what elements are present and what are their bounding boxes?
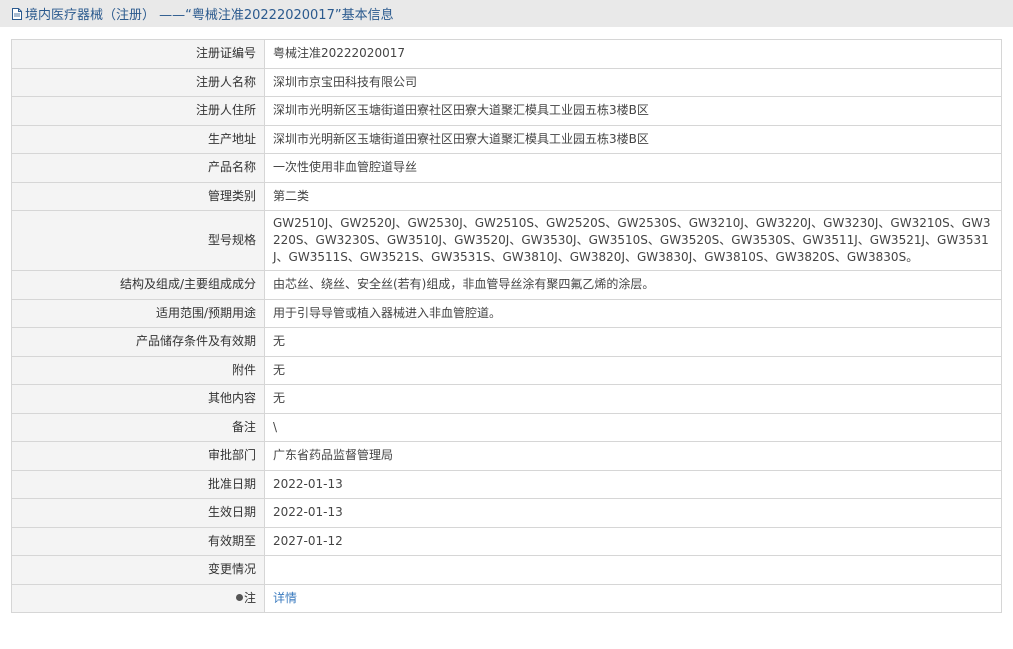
table-row: 产品储存条件及有效期 无 xyxy=(11,327,1002,357)
document-icon xyxy=(12,7,22,20)
row-value: 由芯丝、绕丝、安全丝(若有)组成，非血管导丝涂有聚四氟乙烯的涂层。 xyxy=(264,270,1002,300)
row-value: 深圳市京宝田科技有限公司 xyxy=(264,67,1002,97)
pin-icon xyxy=(235,593,243,601)
row-label: 注册证编号 xyxy=(11,39,265,69)
table-row: 型号规格 GW2510J、GW2520J、GW2530J、GW2510S、GW2… xyxy=(11,210,1002,271)
table-row: 生产地址 深圳市光明新区玉塘街道田寮社区田寮大道聚汇模具工业园五栋3楼B区 xyxy=(11,124,1002,154)
info-table-container: 注册证编号 粤械注准20222020017 注册人名称 深圳市京宝田科技有限公司… xyxy=(11,39,1002,613)
row-value: \ xyxy=(264,412,1002,442)
row-label: 结构及组成/主要组成成分 xyxy=(11,270,265,300)
page-header: 境内医疗器械（注册） ——“粤械注准20222020017”基本信息 xyxy=(0,0,1013,27)
table-row: 附件 无 xyxy=(11,355,1002,385)
row-value xyxy=(264,555,1002,585)
note-label: 注 xyxy=(243,590,256,605)
row-value: 深圳市光明新区玉塘街道田寮社区田寮大道聚汇模具工业园五栋3楼B区 xyxy=(264,96,1002,126)
row-label: 产品储存条件及有效期 xyxy=(11,327,265,357)
row-value: 第二类 xyxy=(264,181,1002,211)
row-value: 深圳市光明新区玉塘街道田寮社区田寮大道聚汇模具工业园五栋3楼B区 xyxy=(264,124,1002,154)
row-value: 2027-01-12 xyxy=(264,526,1002,556)
table-row: 变更情况 xyxy=(11,555,1002,585)
row-value: 广东省药品监督管理局 xyxy=(264,441,1002,471)
table-row: 注册人名称 深圳市京宝田科技有限公司 xyxy=(11,67,1002,97)
row-label: 产品名称 xyxy=(11,153,265,183)
note-label-cell: 注 xyxy=(11,583,265,613)
row-value: 无 xyxy=(264,384,1002,414)
row-value: 一次性使用非血管腔道导丝 xyxy=(264,153,1002,183)
row-value: 用于引导导管或植入器械进入非血管腔道。 xyxy=(264,298,1002,328)
table-row: 注册人住所 深圳市光明新区玉塘街道田寮社区田寮大道聚汇模具工业园五栋3楼B区 xyxy=(11,96,1002,126)
table-row: 管理类别 第二类 xyxy=(11,181,1002,211)
page-title: 境内医疗器械（注册） ——“粤械注准20222020017”基本信息 xyxy=(25,8,394,23)
row-label: 适用范围/预期用途 xyxy=(11,298,265,328)
details-link[interactable]: 详情 xyxy=(273,591,297,605)
row-label: 审批部门 xyxy=(11,441,265,471)
row-label: 其他内容 xyxy=(11,384,265,414)
table-row: 其他内容 无 xyxy=(11,384,1002,414)
table-row: 批准日期 2022-01-13 xyxy=(11,469,1002,499)
row-label: 有效期至 xyxy=(11,526,265,556)
note-value-cell: 详情 xyxy=(264,583,1002,613)
note-row: 注 详情 xyxy=(11,583,1002,613)
table-row: 生效日期 2022-01-13 xyxy=(11,498,1002,528)
row-value: 粤械注准20222020017 xyxy=(264,39,1002,69)
table-row: 结构及组成/主要组成成分 由芯丝、绕丝、安全丝(若有)组成，非血管导丝涂有聚四氟… xyxy=(11,270,1002,300)
row-label: 生产地址 xyxy=(11,124,265,154)
row-label: 管理类别 xyxy=(11,181,265,211)
row-value: GW2510J、GW2520J、GW2530J、GW2510S、GW2520S、… xyxy=(264,210,1002,271)
row-label: 生效日期 xyxy=(11,498,265,528)
table-row: 产品名称 一次性使用非血管腔道导丝 xyxy=(11,153,1002,183)
table-row: 备注 \ xyxy=(11,412,1002,442)
info-table: 注册证编号 粤械注准20222020017 注册人名称 深圳市京宝田科技有限公司… xyxy=(11,39,1002,613)
row-label: 注册人名称 xyxy=(11,67,265,97)
row-label: 批准日期 xyxy=(11,469,265,499)
table-row: 适用范围/预期用途 用于引导导管或植入器械进入非血管腔道。 xyxy=(11,298,1002,328)
row-label: 附件 xyxy=(11,355,265,385)
row-value: 无 xyxy=(264,327,1002,357)
row-value: 无 xyxy=(264,355,1002,385)
table-row: 审批部门 广东省药品监督管理局 xyxy=(11,441,1002,471)
row-label: 注册人住所 xyxy=(11,96,265,126)
table-row: 注册证编号 粤械注准20222020017 xyxy=(11,39,1002,69)
row-label: 备注 xyxy=(11,412,265,442)
row-label: 型号规格 xyxy=(11,210,265,271)
row-value: 2022-01-13 xyxy=(264,498,1002,528)
row-label: 变更情况 xyxy=(11,555,265,585)
table-row: 有效期至 2027-01-12 xyxy=(11,526,1002,556)
row-value: 2022-01-13 xyxy=(264,469,1002,499)
